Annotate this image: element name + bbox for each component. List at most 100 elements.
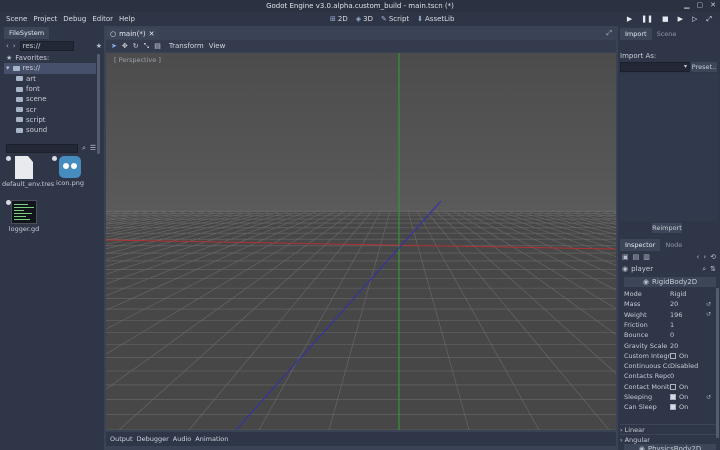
tree-folder-sound[interactable]: sound bbox=[4, 125, 96, 135]
import-as-select[interactable]: ▾ bbox=[620, 62, 690, 72]
property-row[interactable]: Can Sleep On bbox=[624, 402, 714, 412]
play-icon[interactable]: ▶ bbox=[627, 15, 632, 23]
tree-root[interactable]: ▾ res:// bbox=[4, 63, 96, 74]
fullscreen-icon[interactable]: ⤢ bbox=[706, 15, 712, 24]
property-value[interactable]: 20 bbox=[670, 300, 706, 308]
inspector-scrollbar[interactable] bbox=[716, 288, 719, 438]
property-row[interactable]: Custom Integrat On bbox=[624, 351, 714, 361]
property-value[interactable]: On bbox=[670, 383, 706, 391]
save-resource-icon[interactable]: ▥ bbox=[643, 253, 650, 261]
section-linear[interactable]: › Linear bbox=[620, 424, 718, 434]
pause-icon[interactable]: ❚❚ bbox=[641, 15, 653, 23]
tree-folder-scene[interactable]: scene bbox=[4, 94, 96, 104]
file-item[interactable]: logger.gd bbox=[2, 200, 46, 233]
history-forward-icon[interactable]: › bbox=[703, 253, 706, 261]
tab-node[interactable]: Node bbox=[660, 239, 687, 251]
property-row[interactable]: Contact Monitor On bbox=[624, 382, 714, 392]
property-row[interactable]: Mode Rigid bbox=[624, 289, 714, 299]
list-view-icon[interactable]: ☰ bbox=[90, 144, 96, 152]
tab-filesystem[interactable]: FileSystem bbox=[4, 27, 50, 39]
workspace-3d[interactable]: ◈ 3D bbox=[356, 15, 373, 23]
property-row[interactable]: Friction 1 bbox=[624, 320, 714, 330]
select-tool-icon[interactable]: ➤ bbox=[111, 42, 117, 50]
property-row[interactable]: Gravity Scale 20 bbox=[624, 341, 714, 351]
search-icon[interactable]: ⌕ bbox=[82, 144, 86, 153]
new-resource-icon[interactable]: ▣ bbox=[622, 253, 629, 261]
property-row[interactable]: Mass 20 ↺ bbox=[624, 299, 714, 309]
transform-menu[interactable]: Transform bbox=[169, 42, 204, 50]
file-item[interactable]: default_env.tres bbox=[2, 156, 54, 188]
menu-project[interactable]: Project bbox=[33, 15, 57, 23]
property-value[interactable]: 1 bbox=[670, 321, 706, 329]
parent-class-header[interactable]: ◉ PhysicsBody2D bbox=[624, 444, 716, 450]
path-field[interactable]: res:// bbox=[19, 40, 74, 51]
reimport-button[interactable]: Reimport bbox=[652, 223, 682, 233]
favorite-star-icon[interactable]: ★ bbox=[96, 42, 102, 50]
tab-output[interactable]: Output bbox=[110, 435, 133, 443]
tree-favorites[interactable]: ★ Favorites: bbox=[4, 53, 96, 63]
view-menu[interactable]: View bbox=[209, 42, 226, 50]
preset-button[interactable]: Preset.. bbox=[691, 62, 717, 72]
property-checkbox[interactable] bbox=[670, 404, 676, 411]
file-item[interactable]: icon.png bbox=[48, 156, 92, 187]
property-value[interactable]: Disabled bbox=[670, 362, 706, 370]
tab-import[interactable]: Import bbox=[620, 28, 652, 40]
tab-animation[interactable]: Animation bbox=[195, 435, 228, 443]
maximize-icon[interactable]: ▢ bbox=[697, 1, 704, 9]
section-angular[interactable]: › Angular bbox=[620, 434, 718, 444]
menu-help[interactable]: Help bbox=[119, 15, 135, 23]
tab-scene[interactable]: Scene bbox=[652, 28, 682, 40]
property-value[interactable]: Rigid bbox=[670, 290, 706, 298]
tab-debugger[interactable]: Debugger bbox=[137, 435, 169, 443]
tab-inspector[interactable]: Inspector bbox=[620, 239, 661, 251]
minimize-icon[interactable]: ▁ bbox=[684, 1, 689, 9]
tree-folder-scr[interactable]: scr bbox=[4, 104, 96, 114]
property-value[interactable]: On bbox=[670, 393, 706, 401]
close-tab-icon[interactable]: ✕ bbox=[149, 30, 155, 38]
back-icon[interactable]: ‹ bbox=[6, 42, 9, 50]
load-resource-icon[interactable]: ▤ bbox=[633, 253, 640, 261]
stop-icon[interactable]: ■ bbox=[662, 15, 669, 23]
play-custom-icon[interactable]: ▷ bbox=[692, 15, 697, 23]
property-value[interactable]: On bbox=[670, 352, 706, 360]
property-row[interactable]: Bounce 0 bbox=[624, 330, 714, 340]
history-back-icon[interactable]: ‹ bbox=[697, 253, 700, 261]
menu-editor[interactable]: Editor bbox=[92, 15, 113, 23]
tab-audio[interactable]: Audio bbox=[173, 435, 191, 443]
tree-scrollbar[interactable] bbox=[97, 54, 100, 154]
property-row[interactable]: Weight 196 ↺ bbox=[624, 310, 714, 320]
revert-icon[interactable]: ↺ bbox=[706, 311, 714, 318]
3d-viewport[interactable]: [ Perspective ] bbox=[106, 53, 616, 430]
scale-tool-icon[interactable]: ⤡ bbox=[144, 42, 150, 51]
tree-folder-script[interactable]: script bbox=[4, 115, 96, 125]
workspace-script[interactable]: ✎ Script bbox=[381, 15, 409, 23]
forward-icon[interactable]: › bbox=[13, 42, 16, 50]
object-properties-icon[interactable]: ⇅ bbox=[710, 265, 716, 273]
move-tool-icon[interactable]: ✥ bbox=[122, 42, 128, 50]
distraction-free-icon[interactable]: ⤢ bbox=[606, 29, 612, 38]
property-row[interactable]: Continuous Cd Disabled bbox=[624, 361, 714, 371]
tab-main-scene[interactable]: ○ main(*) ✕ bbox=[106, 28, 159, 39]
property-value[interactable]: 20 bbox=[670, 342, 706, 350]
property-row[interactable]: Sleeping On ↺ bbox=[624, 392, 714, 402]
menu-debug[interactable]: Debug bbox=[63, 15, 86, 23]
class-header[interactable]: ◉ RigidBody2D bbox=[624, 277, 716, 287]
property-value[interactable]: 0 bbox=[670, 331, 706, 339]
file-filter-input[interactable] bbox=[6, 143, 78, 153]
property-checkbox[interactable] bbox=[670, 383, 676, 390]
rotate-tool-icon[interactable]: ↻ bbox=[133, 42, 139, 50]
revert-icon[interactable]: ↺ bbox=[706, 301, 714, 308]
tree-folder-font[interactable]: font bbox=[4, 84, 96, 94]
close-icon[interactable]: ✕ bbox=[710, 1, 716, 9]
revert-icon[interactable]: ↺ bbox=[706, 394, 714, 401]
history-icon[interactable]: ⟲ bbox=[710, 253, 716, 261]
play-scene-icon[interactable]: ▶ bbox=[678, 15, 683, 23]
workspace-assetlib[interactable]: ⬇ AssetLib bbox=[417, 15, 454, 23]
perspective-label[interactable]: [ Perspective ] bbox=[114, 56, 161, 64]
property-value[interactable]: 196 bbox=[670, 311, 706, 319]
property-row[interactable]: Contacts Report0 bbox=[624, 371, 714, 381]
list-select-icon[interactable]: ▤ bbox=[154, 42, 161, 50]
property-value[interactable]: 0 bbox=[670, 372, 706, 380]
workspace-2d[interactable]: ⊞ 2D bbox=[330, 15, 348, 23]
property-checkbox[interactable] bbox=[670, 352, 676, 359]
